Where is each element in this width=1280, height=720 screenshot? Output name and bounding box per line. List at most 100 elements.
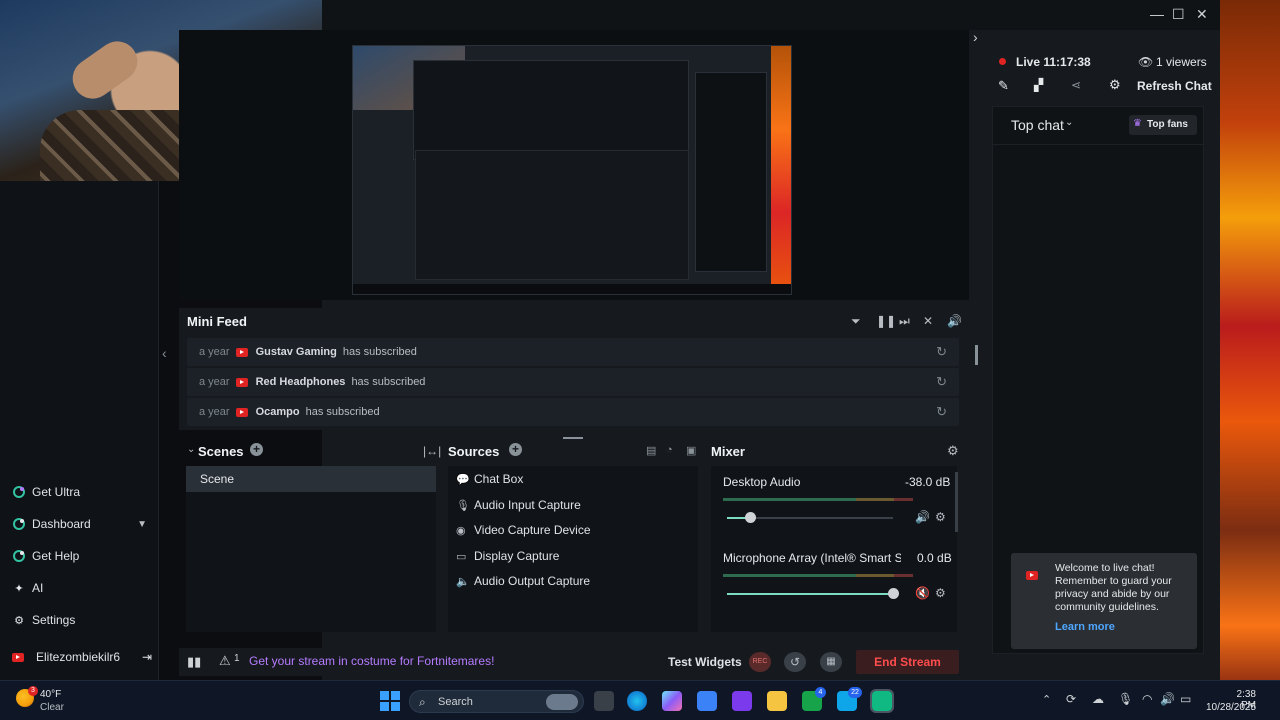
source-filter-icon[interactable]: ◔: [666, 444, 673, 456]
weather-condition: Clear: [40, 702, 64, 713]
volume-icon[interactable]: 🔊: [947, 314, 962, 328]
muted-speaker-icon[interactable]: 🔇: [915, 586, 930, 600]
obs-app-icon[interactable]: [732, 691, 752, 711]
collapse-right-icon[interactable]: ›: [973, 29, 978, 45]
maximize-button[interactable]: ☐: [1172, 6, 1185, 23]
replay-icon[interactable]: ↻: [936, 374, 947, 390]
dashboard-icon: [12, 517, 26, 531]
welcome-toast: Welcome to live chat! Remember to guard …: [1011, 553, 1197, 649]
ultra-icon: [12, 485, 26, 499]
cloud-icon[interactable]: ☁: [1092, 692, 1104, 706]
scene-item[interactable]: Scene: [186, 466, 436, 492]
replay-icon[interactable]: ↻: [936, 404, 947, 420]
sidebar-item-ai[interactable]: ✦ AI: [12, 581, 43, 595]
pencil-icon[interactable]: ✎: [998, 78, 1009, 94]
expand-left-icon[interactable]: ‹: [162, 345, 167, 361]
stream-preview: [352, 45, 792, 295]
ai-icon: ✦: [14, 582, 24, 595]
resize-handle-vertical[interactable]: [975, 345, 978, 365]
file-explorer-icon[interactable]: [767, 691, 787, 711]
toast-text: Welcome to live chat! Remember to guard …: [1055, 562, 1172, 613]
minimize-button[interactable]: —: [1150, 6, 1164, 22]
source-item[interactable]: 🎙 Audio Input Capture: [456, 498, 581, 512]
list-item: a year Gustav Gaming has subscribed ↻: [187, 338, 959, 366]
mixer-title: Mixer: [711, 444, 745, 459]
list-item: a year Ocampo has subscribed ↻: [187, 398, 959, 426]
sync-icon[interactable]: ⟳: [1066, 692, 1076, 706]
source-item[interactable]: ◉ Video Capture Device: [456, 523, 591, 537]
mixer-panel: Desktop Audio -38.0 dB 🔊 ⚙ Microphone Ar…: [711, 466, 957, 632]
sidebar-item-get-help[interactable]: Get Help: [12, 549, 79, 563]
battery-icon[interactable]: ▭: [1180, 692, 1191, 706]
collapse-icon[interactable]: ⌄: [187, 444, 195, 455]
sidebar-item-settings[interactable]: ⚙ Settings: [12, 613, 75, 627]
speaker-icon[interactable]: 🔊: [915, 510, 930, 524]
chevron-down-icon[interactable]: ⌄: [1065, 117, 1073, 128]
alert-icon[interactable]: ⚠: [219, 653, 231, 669]
source-item[interactable]: 💬 Chat Box: [456, 472, 523, 486]
mic-icon[interactable]: 🎙: [1118, 692, 1133, 706]
channel-name: Desktop Audio: [723, 475, 801, 489]
source-item[interactable]: 🔈 Audio Output Capture: [456, 574, 590, 588]
resize-handle[interactable]: [563, 437, 583, 439]
volume-icon[interactable]: 🔊: [1160, 692, 1175, 706]
popout-icon[interactable]: ▞: [1034, 78, 1043, 92]
test-widgets-label[interactable]: Test Widgets: [668, 655, 742, 669]
streamlabs-icon[interactable]: [870, 689, 894, 713]
gear-icon[interactable]: ⚙: [935, 510, 946, 524]
sidebar-item-get-ultra[interactable]: Get Ultra: [12, 485, 80, 499]
windows-start-icon[interactable]: [380, 691, 400, 716]
weather-badge: 3: [28, 686, 38, 696]
task-view-icon[interactable]: [594, 691, 614, 711]
youtube-icon: [235, 407, 248, 417]
gear-icon[interactable]: ⚙: [947, 443, 959, 459]
add-scene-icon[interactable]: +: [250, 443, 263, 456]
wifi-icon[interactable]: ◠: [1142, 692, 1152, 706]
source-item[interactable]: ▭ Display Capture: [456, 549, 559, 563]
end-stream-button[interactable]: End Stream: [856, 650, 959, 674]
sidebar-item-dashboard[interactable]: Dashboard ▼: [12, 517, 147, 531]
weather-temp: 40°F: [40, 689, 62, 700]
store-icon[interactable]: [697, 691, 717, 711]
top-chat-dropdown[interactable]: Top chat: [1011, 117, 1064, 133]
list-item: a year Red Headphones has subscribed ↻: [187, 368, 959, 396]
stats-icon[interactable]: ▮▮: [187, 654, 201, 670]
volume-slider-knob[interactable]: [888, 588, 899, 599]
source-group-icon[interactable]: ▣: [686, 444, 696, 457]
replay-icon[interactable]: ↻: [936, 344, 947, 360]
schedule-icon[interactable]: ▦: [820, 652, 842, 672]
folder-icon[interactable]: ▤: [646, 444, 656, 457]
scene-transition-icon[interactable]: |↔|: [423, 444, 441, 458]
rec-button[interactable]: REC: [749, 652, 771, 672]
refresh-chat-button[interactable]: Refresh Chat: [1137, 79, 1212, 93]
skip-icon[interactable]: ⏭: [899, 314, 910, 329]
clock-date[interactable]: 10/28/2025: [1206, 702, 1256, 713]
learn-more-link[interactable]: Learn more: [1055, 621, 1115, 633]
close-button[interactable]: ✕: [1196, 6, 1208, 23]
promo-link[interactable]: Get your stream in costume for Fortnitem…: [249, 654, 494, 668]
edge-icon[interactable]: [627, 691, 647, 711]
scrollbar[interactable]: [955, 472, 958, 532]
row-time: a year: [199, 376, 230, 388]
gear-icon[interactable]: ⚙: [1109, 77, 1121, 93]
desktop-background: [1220, 0, 1280, 680]
sidebar-item-label: Get Ultra: [32, 485, 81, 499]
filter-icon[interactable]: ⏷: [851, 314, 861, 329]
share-icon[interactable]: ⋖: [1071, 78, 1081, 92]
gear-icon[interactable]: ⚙: [935, 586, 946, 600]
sidebar-user[interactable]: Elitezombiekilr6 ⇥: [12, 650, 152, 664]
replay-buffer-icon[interactable]: ↺: [784, 652, 806, 672]
search-box[interactable]: ⌕ Search: [409, 690, 584, 713]
sidebar-item-label: AI: [32, 581, 44, 595]
pause-icon[interactable]: ❚❚: [876, 314, 896, 328]
add-source-icon[interactable]: +: [509, 443, 522, 456]
volume-slider-knob[interactable]: [745, 512, 757, 523]
copilot-icon[interactable]: [662, 691, 682, 711]
volume-meter: [723, 498, 913, 501]
mute-alerts-icon[interactable]: ✕: [923, 314, 933, 328]
row-time: a year: [199, 406, 230, 418]
volume-slider-fill: [727, 593, 893, 595]
chevron-up-icon[interactable]: ⌃: [1042, 693, 1051, 706]
logout-icon[interactable]: ⇥: [142, 650, 152, 664]
chevron-down-icon[interactable]: ▼: [137, 519, 147, 530]
